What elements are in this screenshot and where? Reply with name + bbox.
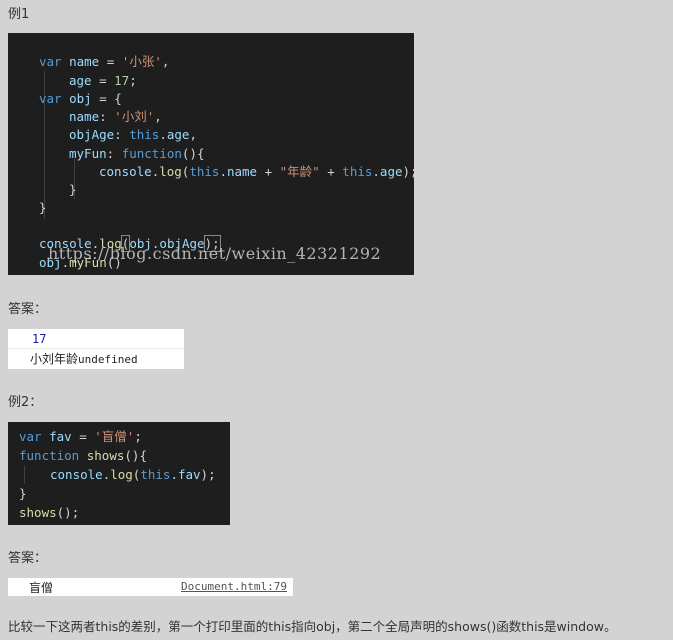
source-link[interactable]: Document.html:79 <box>181 580 287 593</box>
code-line-9: } <box>39 200 47 215</box>
example1-label: 例1 <box>8 7 30 22</box>
answer1-label: 答案： <box>8 302 48 317</box>
code-line-8: } <box>69 182 77 197</box>
output-value-mangseng: 盲僧 <box>29 581 54 595</box>
console-output-1: 17 小刘年龄undefined <box>8 329 184 369</box>
code-block-1: var name = '小张', age = 17; var obj = { n… <box>8 33 414 275</box>
code-line-5: objAge: this.age, <box>69 127 197 142</box>
answer2-label: 答案： <box>8 551 48 566</box>
console-output-2: 盲僧 Document.html:79 <box>8 578 293 596</box>
code-line-7: console.log(this.name + "年龄" + this.age)… <box>99 164 414 179</box>
code-block-2: var fav = '盲僧'; function shows(){ consol… <box>8 422 230 525</box>
watermark: https://blog.csdn.net/weixin_42321292 <box>48 244 382 263</box>
code2-line-2: function shows(){ <box>19 448 147 463</box>
output-line-2: 小刘年龄undefined <box>30 352 138 366</box>
code-line-4: name: '小刘', <box>69 109 162 124</box>
code-line-1: var name = '小张', <box>39 54 170 69</box>
code-line-3: var obj = { <box>39 91 122 106</box>
output-value-17: 17 <box>32 332 47 346</box>
code2-line-4: } <box>19 486 27 501</box>
code2-line-1: var fav = '盲僧'; <box>19 429 142 444</box>
conclusion-text: 比较一下这两者this的差别，第一个打印里面的this指向obj，第二个全局声明… <box>8 619 617 634</box>
code2-line-3: console.log(this.fav); <box>50 467 216 482</box>
example2-label: 例2： <box>8 395 43 410</box>
code2-line-5: shows(); <box>19 505 80 520</box>
code-line-2: age = 17; <box>69 73 137 88</box>
code-line-6: myFun: function(){ <box>69 146 205 161</box>
